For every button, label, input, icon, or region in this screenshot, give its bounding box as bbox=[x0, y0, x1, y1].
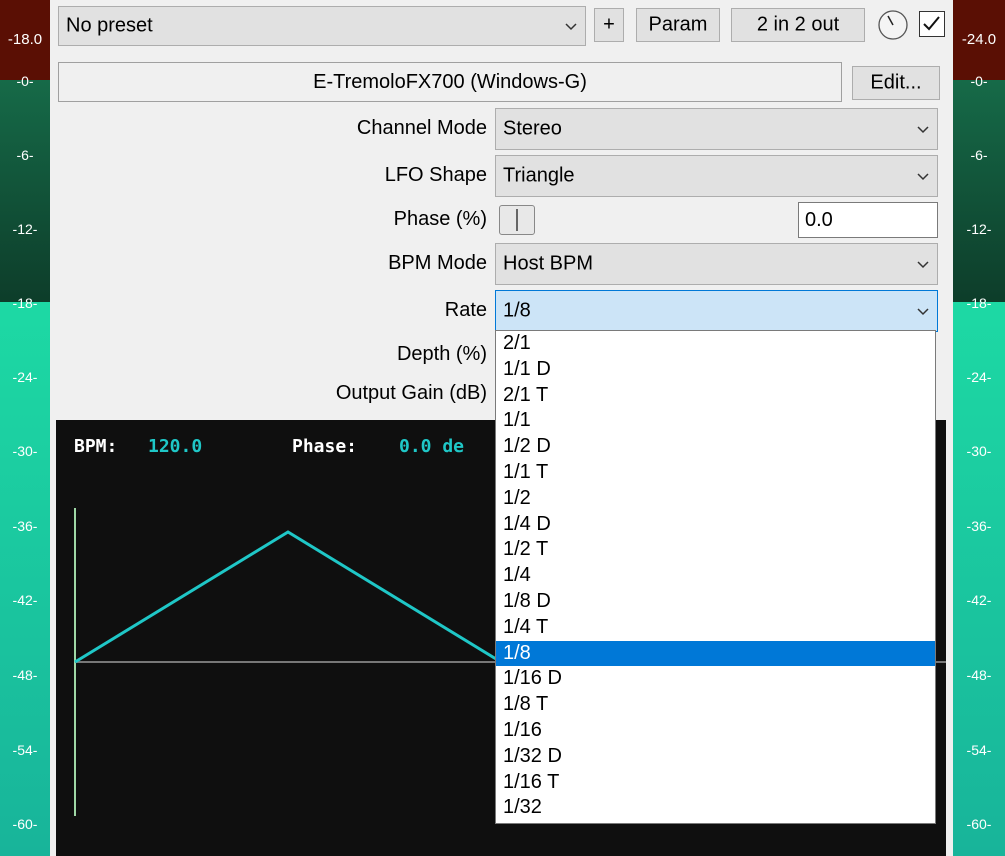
checkmark-icon bbox=[923, 16, 940, 31]
right-meter-lower-band bbox=[953, 302, 1005, 856]
rate-option[interactable]: 1/8 T bbox=[496, 692, 935, 718]
rate-option[interactable]: 1/4 T bbox=[496, 615, 935, 641]
edit-label: Edit... bbox=[870, 71, 922, 94]
left-meter-peak-label: -18.0 bbox=[7, 31, 43, 48]
meter-tick-label: -0- bbox=[16, 73, 34, 89]
lfo-shape-dropdown[interactable]: Triangle bbox=[495, 155, 938, 197]
rate-option[interactable]: 1/32 D bbox=[496, 744, 935, 770]
add-preset-button[interactable]: + bbox=[594, 8, 624, 42]
meter-tick-label: -36- bbox=[966, 518, 992, 534]
slider-grip bbox=[516, 209, 518, 231]
left-meter-upper-band bbox=[0, 80, 50, 302]
phase-slider-track[interactable] bbox=[497, 203, 789, 235]
meter-tick-label: -12- bbox=[12, 221, 38, 237]
param-button[interactable]: Param bbox=[636, 8, 720, 42]
rate-option[interactable]: 2/1 bbox=[496, 331, 935, 357]
rate-option[interactable]: 1/2 D bbox=[496, 434, 935, 460]
right-vu-meter: -24.0 -0- -6- -12- -18- -24- -30- -36- -42- -48-… bbox=[953, 0, 1005, 856]
meter-tick-label: -30- bbox=[12, 443, 38, 459]
meter-tick-label: -36- bbox=[12, 518, 38, 534]
right-meter-peak[interactable]: -24.0 bbox=[953, 0, 1005, 80]
chevron-down-icon bbox=[917, 126, 929, 134]
meter-tick-label: -0- bbox=[970, 73, 988, 89]
preset-dropdown[interactable]: No preset bbox=[58, 6, 586, 46]
lfo-shape-label: LFO Shape bbox=[384, 164, 487, 186]
meter-tick-label: -6- bbox=[16, 147, 34, 163]
right-meter-peak-label: -24.0 bbox=[961, 31, 997, 48]
rate-option[interactable]: 1/1 bbox=[496, 408, 935, 434]
left-meter-lower-band bbox=[0, 302, 50, 856]
rate-option[interactable]: 1/2 T bbox=[496, 537, 935, 563]
meter-tick-label: -48- bbox=[12, 667, 38, 683]
meter-tick-label: -54- bbox=[12, 742, 38, 758]
meter-tick-label: -30- bbox=[966, 443, 992, 459]
rate-option[interactable]: 1/4 D bbox=[496, 512, 935, 538]
right-meter-upper-band bbox=[953, 80, 1005, 302]
rate-dropdown[interactable]: 1/8 bbox=[495, 290, 938, 332]
meter-tick-label: -24- bbox=[966, 369, 992, 385]
channel-mode-dropdown[interactable]: Stereo bbox=[495, 108, 938, 150]
rate-value: 1/8 bbox=[503, 299, 531, 322]
edit-button[interactable]: Edit... bbox=[852, 66, 940, 100]
rate-option[interactable]: 1/1 T bbox=[496, 460, 935, 486]
chevron-down-icon bbox=[565, 23, 577, 31]
add-preset-label: + bbox=[603, 13, 615, 36]
meter-tick-label: -60- bbox=[966, 816, 992, 832]
meter-tick-label: -54- bbox=[966, 742, 992, 758]
meter-tick-label: -6- bbox=[970, 147, 988, 163]
rate-option[interactable]: 1/8 D bbox=[496, 589, 935, 615]
phase-slider-thumb[interactable] bbox=[499, 205, 535, 235]
param-label: Param bbox=[648, 13, 708, 36]
chevron-down-icon bbox=[917, 261, 929, 269]
channel-mode-label: Channel Mode bbox=[356, 117, 487, 139]
phase-label: Phase (%) bbox=[393, 208, 487, 230]
rate-option[interactable]: 1/16 T bbox=[496, 770, 935, 796]
rate-options-list[interactable]: 2/1 1/1 D 2/1 T 1/1 1/2 D 1/1 T 1/2 1/4 D 1/2 T1… bbox=[495, 330, 936, 824]
rate-option[interactable]: 1/8 bbox=[496, 640, 935, 667]
meter-tick-label: -12- bbox=[966, 221, 992, 237]
bpm-mode-label: BPM Mode bbox=[388, 252, 487, 274]
output-gain-label: Output Gain (dB) bbox=[335, 382, 487, 404]
left-meter-peak[interactable]: -18.0 bbox=[0, 0, 50, 80]
chevron-down-icon bbox=[917, 173, 929, 181]
meter-tick-label: -60- bbox=[12, 816, 38, 832]
plugin-title-box: E-TremoloFX700 (Windows-G) bbox=[58, 62, 842, 102]
meter-tick-label: -42- bbox=[12, 592, 38, 608]
preset-value: No preset bbox=[66, 14, 153, 37]
meter-tick-label: -18- bbox=[966, 295, 992, 311]
io-routing-button[interactable]: 2 in 2 out bbox=[731, 8, 865, 42]
rate-option[interactable]: 1/4 bbox=[496, 563, 935, 589]
wet-knob-icon[interactable] bbox=[877, 9, 909, 41]
chevron-down-icon bbox=[917, 308, 929, 316]
rate-label: Rate bbox=[444, 299, 487, 321]
rate-option[interactable]: 1/1 D bbox=[496, 357, 935, 383]
meter-tick-label: -42- bbox=[966, 592, 992, 608]
depth-label: Depth (%) bbox=[396, 343, 487, 365]
phase-value-field[interactable]: 0.0 bbox=[798, 202, 938, 238]
lfo-shape-value: Triangle bbox=[503, 164, 575, 187]
rate-option[interactable]: 1/16 bbox=[496, 718, 935, 744]
bpm-mode-value: Host BPM bbox=[503, 252, 594, 275]
left-vu-meter: -18.0 -0- -6- -12- -18- -24- -30- -36- -42- -48-… bbox=[0, 0, 50, 856]
io-routing-label: 2 in 2 out bbox=[756, 13, 840, 36]
plugin-title: E-TremoloFX700 (Windows-G) bbox=[313, 71, 587, 93]
rate-option[interactable]: 2/1 T bbox=[496, 383, 935, 409]
meter-tick-label: -48- bbox=[966, 667, 992, 683]
bypass-checkbox[interactable] bbox=[919, 11, 945, 37]
bpm-mode-dropdown[interactable]: Host BPM bbox=[495, 243, 938, 285]
rate-option[interactable]: 1/2 bbox=[496, 486, 935, 512]
channel-mode-value: Stereo bbox=[503, 117, 562, 140]
meter-tick-label: -18- bbox=[12, 295, 38, 311]
rate-option[interactable]: 1/32 bbox=[496, 795, 935, 821]
meter-tick-label: -24- bbox=[12, 369, 38, 385]
rate-option[interactable]: 1/16 D bbox=[496, 666, 935, 692]
phase-value: 0.0 bbox=[805, 209, 833, 231]
